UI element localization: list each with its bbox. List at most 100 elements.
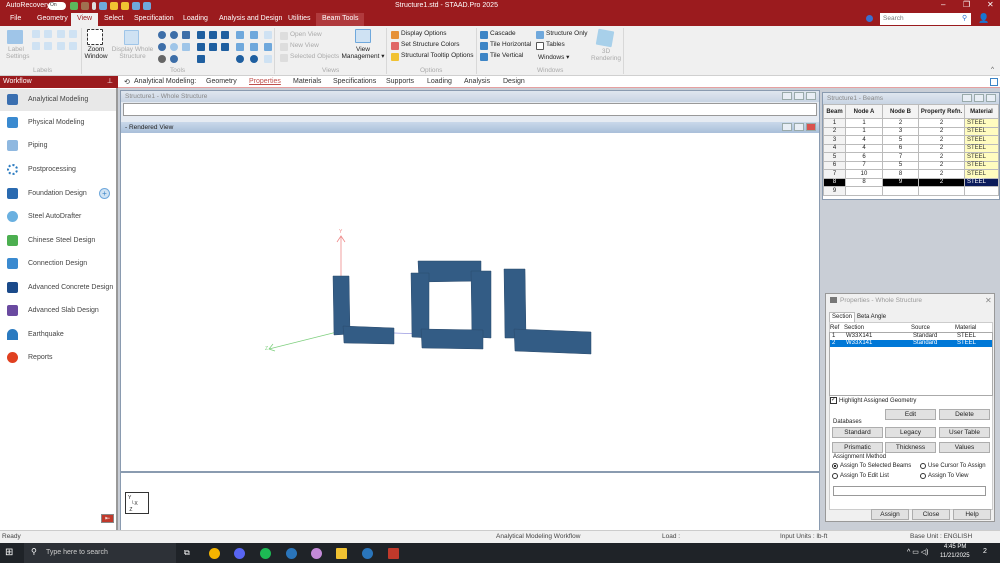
use-cursor-radio[interactable] (920, 463, 926, 469)
close-dialog-button[interactable]: Close (912, 509, 950, 520)
staad-pro-icon[interactable] (388, 548, 399, 559)
table-cell[interactable]: 2 (918, 152, 965, 162)
table-cell[interactable]: STEEL (964, 160, 999, 170)
assign-edit-list-radio[interactable] (832, 473, 838, 479)
tab-section[interactable]: Section (829, 312, 856, 322)
open-view-button[interactable]: Open View (290, 31, 322, 38)
new-view-button[interactable]: New View (290, 42, 319, 49)
structure-only-button[interactable]: Structure Only (546, 30, 588, 37)
sidebar-item-steel-autodrafter[interactable]: Steel AutoDrafter (0, 206, 116, 228)
help-button[interactable]: Help (953, 509, 991, 520)
table-cell[interactable]: 8 (882, 169, 919, 179)
minimize-button[interactable] (782, 123, 792, 131)
tab-geometry[interactable]: Geometry (31, 13, 74, 26)
windows-dropdown[interactable]: Windows ▾ (538, 53, 569, 61)
sidebar-item-reports[interactable]: Reports (0, 347, 116, 369)
label-icon[interactable] (69, 42, 77, 50)
values-button[interactable]: Values (939, 442, 990, 453)
column-header[interactable]: Material (964, 104, 999, 119)
collapse-sidebar-icon[interactable]: ⇤ (101, 514, 114, 523)
display-options-icon[interactable] (391, 31, 399, 39)
table-cell[interactable] (882, 186, 919, 196)
discord-icon[interactable] (234, 548, 245, 559)
structural-tooltip-options-button[interactable]: Structural Tooltip Options (401, 52, 474, 59)
table-cell[interactable]: 2 (918, 118, 965, 128)
table-cell[interactable]: STEEL (964, 152, 999, 162)
column-header[interactable]: Node A (845, 104, 883, 119)
zoom-in-icon[interactable] (158, 31, 166, 39)
table-cell[interactable]: 1 (845, 126, 883, 136)
table-cell[interactable]: 7 (882, 152, 919, 162)
display-options-button[interactable]: Display Options (401, 30, 447, 37)
chrome-icon[interactable] (209, 548, 220, 559)
selected-objects-button[interactable]: Selected Objects (290, 53, 339, 60)
section-row[interactable]: 1 W33X141 Standard STEEL (830, 333, 992, 340)
edit-list-input[interactable] (833, 486, 986, 496)
structure-only-icon[interactable] (536, 31, 544, 39)
table-cell[interactable]: 2 (918, 126, 965, 136)
assign-view-radio[interactable] (920, 473, 926, 479)
highlight-checkbox[interactable]: ✓ (830, 397, 837, 404)
table-cell[interactable] (964, 186, 999, 196)
edit-button[interactable]: Edit (885, 409, 936, 420)
sidebar-item-piping[interactable]: Piping (0, 135, 116, 157)
tab-analysis-design[interactable]: Analysis and Design (213, 13, 288, 26)
view-iso-icon[interactable] (197, 55, 205, 63)
autorecovery-toggle[interactable]: On (48, 2, 66, 10)
selected-objects-icon[interactable] (280, 54, 288, 62)
tab-geometry-page[interactable]: Geometry (206, 78, 237, 85)
taskbar-search[interactable]: ⚲ Type here to search (24, 543, 176, 563)
sidebar-item-advanced-concrete-design[interactable]: Advanced Concrete Design (0, 277, 116, 299)
section-row-selected[interactable]: 2 W33X141 Standard STEEL (830, 340, 992, 347)
view-back-icon[interactable] (209, 31, 217, 39)
table-cell[interactable]: 1 (845, 118, 883, 128)
table-cell[interactable]: 7 (845, 160, 883, 170)
sidebar-item-advanced-slab-design[interactable]: Advanced Slab Design (0, 300, 116, 322)
clock-time[interactable]: 4:45 PM (944, 544, 966, 550)
view-management-icon[interactable] (355, 29, 371, 43)
table-row[interactable]: 3 4 5 2 STEEL (823, 135, 999, 145)
table-cell[interactable]: 6 (823, 160, 846, 170)
tab-beta-angle[interactable]: Beta Angle (855, 313, 888, 322)
sidebar-item-analytical-modeling[interactable]: Analytical Modeling (0, 89, 116, 111)
zoom-extents-icon[interactable] (182, 31, 190, 39)
table-cell[interactable]: 3 (823, 135, 846, 145)
prismatic-button[interactable]: Prismatic (832, 442, 883, 453)
zoom-window-icon[interactable] (87, 29, 103, 45)
view-management-button[interactable]: View Management ▾ (340, 46, 386, 60)
thickness-button[interactable]: Thickness (885, 442, 936, 453)
window-icon[interactable] (264, 43, 272, 51)
tab-properties-page[interactable]: Properties (249, 78, 281, 85)
tables-button[interactable]: Tables (546, 41, 565, 48)
view-bottom-icon[interactable] (221, 43, 229, 51)
task-view-icon[interactable]: ⧉ (184, 548, 190, 558)
close-button[interactable] (806, 123, 816, 131)
spin-right-icon[interactable] (250, 55, 258, 63)
table-cell[interactable]: 8 (823, 177, 846, 187)
redo-icon[interactable] (143, 2, 151, 10)
table-cell[interactable]: 4 (823, 143, 846, 153)
rotate-icon[interactable] (264, 31, 272, 39)
save-icon[interactable] (99, 2, 107, 10)
windows-start-icon[interactable]: ⊞ (5, 547, 13, 558)
tile-horizontal-icon[interactable] (480, 42, 488, 50)
label-icon[interactable] (32, 42, 40, 50)
table-cell[interactable]: 5 (823, 152, 846, 162)
label-icon[interactable] (44, 42, 52, 50)
tab-specification[interactable]: Specification (128, 13, 180, 26)
structure-colors-icon[interactable] (391, 42, 399, 50)
table-cell[interactable]: 10 (845, 169, 883, 179)
label-icon[interactable] (44, 30, 52, 38)
rotate-icon[interactable] (250, 31, 258, 39)
maximize-button[interactable] (974, 94, 984, 102)
table-row[interactable]: 6 7 5 2 STEEL (823, 160, 999, 170)
tab-specifications-page[interactable]: Specifications (333, 78, 376, 85)
table-cell[interactable]: 1 (823, 118, 846, 128)
table-cell[interactable]: 9 (823, 186, 846, 196)
open-icon[interactable] (110, 2, 118, 10)
table-cell[interactable]: 3 (882, 126, 919, 136)
table-cell[interactable]: 6 (882, 143, 919, 153)
close-button[interactable]: ✕ (987, 0, 994, 9)
collapse-ribbon-icon[interactable]: ^ (991, 66, 994, 73)
3d-rendering-button[interactable]: 3D Rendering (589, 48, 623, 62)
